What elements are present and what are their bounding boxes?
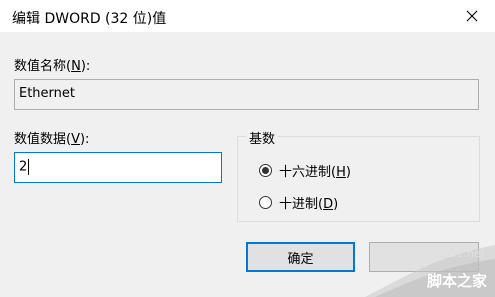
radio-hex-label: 十六进制(H) xyxy=(279,165,351,180)
radio-decimal-label: 十进制(D) xyxy=(279,197,339,212)
watermark-brand: 脚本之家 xyxy=(426,272,487,290)
watermark: jb51.net 脚本之家 xyxy=(365,237,495,297)
radio-hex[interactable]: 十六进制(H) xyxy=(259,161,351,180)
value-data-input[interactable]: 2 xyxy=(14,152,222,183)
radio-unchecked-icon xyxy=(259,196,272,209)
radio-decimal[interactable]: 十进制(D) xyxy=(259,193,338,212)
close-button[interactable] xyxy=(449,0,495,32)
base-group-title: 基数 xyxy=(246,128,279,147)
value-name-label: 数值名称(N): xyxy=(14,59,91,74)
text-caret xyxy=(28,159,30,175)
window-title: 编辑 DWORD (32 位)值 xyxy=(12,11,167,27)
value-data-label: 数值数据(V): xyxy=(14,132,90,147)
watermark-site: jb51.net xyxy=(439,247,485,260)
value-name-field: Ethernet xyxy=(14,79,479,110)
radio-checked-icon xyxy=(259,164,272,177)
ok-button[interactable]: 确定 xyxy=(246,242,355,272)
close-icon xyxy=(466,10,478,22)
title-bar: 编辑 DWORD (32 位)值 xyxy=(0,0,495,32)
